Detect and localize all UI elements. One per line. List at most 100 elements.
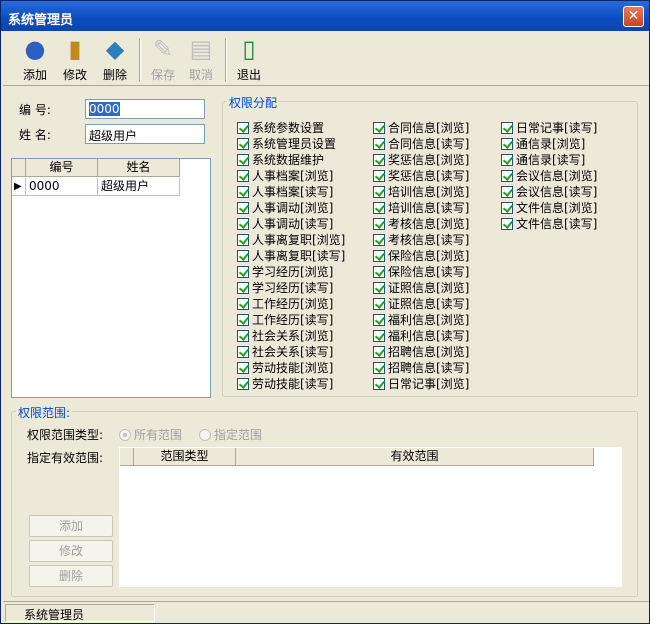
table-cell-name[interactable]: 超级用户 bbox=[98, 178, 180, 196]
checkbox-checked-icon bbox=[237, 250, 249, 262]
permission-checkbox[interactable]: 通信录[浏览] bbox=[501, 135, 585, 151]
checkbox-checked-icon bbox=[501, 202, 513, 214]
permission-checkbox[interactable]: 考核信息[读写] bbox=[373, 231, 469, 247]
status-text: 系统管理员 bbox=[5, 604, 155, 622]
permission-checkbox[interactable]: 考核信息[浏览] bbox=[373, 215, 469, 231]
checkbox-checked-icon bbox=[237, 378, 249, 390]
permission-label: 社会关系[读写] bbox=[252, 345, 334, 359]
checkbox-checked-icon bbox=[373, 186, 385, 198]
add-button[interactable]: ● 添加 bbox=[15, 34, 55, 84]
permission-checkbox[interactable]: 系统参数设置 bbox=[237, 119, 324, 135]
permission-checkbox[interactable]: 工作经历[浏览] bbox=[237, 295, 333, 311]
permission-label: 学习经历[读写] bbox=[252, 281, 334, 295]
permission-checkbox[interactable]: 证照信息[读写] bbox=[373, 295, 469, 311]
close-button[interactable]: ✕ bbox=[623, 6, 644, 27]
checkbox-checked-icon bbox=[237, 138, 249, 150]
edit-button[interactable]: ▮ 修改 bbox=[55, 34, 95, 84]
scope-add-button[interactable]: 添加 bbox=[29, 515, 113, 537]
exit-button[interactable]: ▯ 退出 bbox=[229, 34, 269, 84]
permission-checkbox[interactable]: 招聘信息[浏览] bbox=[373, 343, 469, 359]
permission-checkbox[interactable]: 系统数据维护 bbox=[237, 151, 324, 167]
permission-checkbox[interactable]: 人事档案[浏览] bbox=[237, 167, 333, 183]
permission-checkbox[interactable]: 工作经历[读写] bbox=[237, 311, 333, 327]
title-bar: 系统管理员 ✕ bbox=[1, 1, 649, 31]
row-header-corner bbox=[12, 159, 26, 177]
checkbox-checked-icon bbox=[501, 138, 513, 150]
permission-checkbox[interactable]: 人事档案[读写] bbox=[237, 183, 333, 199]
permission-checkbox[interactable]: 通信录[读写] bbox=[501, 151, 585, 167]
column-header-scope-type[interactable]: 范围类型 bbox=[134, 448, 236, 466]
permission-label: 日常记事[浏览] bbox=[388, 377, 470, 391]
permission-label: 工作经历[读写] bbox=[252, 313, 334, 327]
permission-label: 福利信息[读写] bbox=[388, 329, 470, 343]
permission-checkbox[interactable]: 会议信息[浏览] bbox=[501, 167, 597, 183]
permission-checkbox[interactable]: 奖惩信息[读写] bbox=[373, 167, 469, 183]
table-cell-id[interactable]: 0000 bbox=[26, 178, 98, 196]
permission-label: 招聘信息[浏览] bbox=[388, 345, 470, 359]
permission-label: 劳动技能[读写] bbox=[252, 377, 334, 391]
permission-checkbox[interactable]: 人事调动[浏览] bbox=[237, 199, 333, 215]
permission-checkbox[interactable]: 文件信息[浏览] bbox=[501, 199, 597, 215]
permission-checkbox[interactable]: 人事调动[读写] bbox=[237, 215, 333, 231]
permission-checkbox[interactable]: 合同信息[浏览] bbox=[373, 119, 469, 135]
permission-checkbox[interactable]: 学习经历[读写] bbox=[237, 279, 333, 295]
user-table[interactable]: 编号 姓名 ▶ 0000 超级用户 bbox=[11, 158, 211, 398]
checkbox-checked-icon bbox=[237, 234, 249, 246]
permission-checkbox[interactable]: 劳动技能[浏览] bbox=[237, 359, 333, 375]
checkbox-checked-icon bbox=[373, 122, 385, 134]
id-field[interactable]: 0000 bbox=[85, 99, 205, 119]
permission-checkbox[interactable]: 劳动技能[读写] bbox=[237, 375, 333, 391]
permission-label: 系统数据维护 bbox=[252, 153, 325, 167]
scope-delete-button[interactable]: 删除 bbox=[29, 565, 113, 587]
checkbox-checked-icon bbox=[237, 202, 249, 214]
permission-checkbox[interactable]: 会议信息[读写] bbox=[501, 183, 597, 199]
permission-checkbox[interactable]: 学习经历[浏览] bbox=[237, 263, 333, 279]
column-header-name[interactable]: 姓名 bbox=[98, 159, 180, 177]
permission-checkbox[interactable]: 保险信息[读写] bbox=[373, 263, 469, 279]
permission-checkbox[interactable]: 系统管理员设置 bbox=[237, 135, 336, 151]
save-button[interactable]: ✎ 保存 bbox=[143, 34, 183, 84]
permission-checkbox[interactable]: 福利信息[读写] bbox=[373, 327, 469, 343]
permission-label: 劳动技能[浏览] bbox=[252, 361, 334, 375]
checkbox-checked-icon bbox=[373, 378, 385, 390]
scope-edit-button[interactable]: 修改 bbox=[29, 540, 113, 562]
permission-checkbox[interactable]: 社会关系[浏览] bbox=[237, 327, 333, 343]
radio-specific-scope[interactable]: 指定范围 bbox=[199, 426, 262, 443]
permission-checkbox[interactable]: 奖惩信息[浏览] bbox=[373, 151, 469, 167]
main-window: 系统管理员 ✕ ● 添加 ▮ 修改 ◆ 删除 ✎ 保存 ▤ 取消 ▯ 退出 编 bbox=[0, 0, 650, 624]
id-value: 0000 bbox=[89, 102, 120, 116]
delete-button[interactable]: ◆ 删除 bbox=[95, 34, 135, 84]
column-header-valid-scope[interactable]: 有效范围 bbox=[236, 448, 594, 466]
permission-checkbox[interactable]: 人事离复职[浏览] bbox=[237, 231, 345, 247]
checkbox-checked-icon bbox=[373, 314, 385, 326]
checkbox-checked-icon bbox=[373, 250, 385, 262]
scope-title: 权限范围: bbox=[16, 404, 73, 421]
column-header-id[interactable]: 编号 bbox=[26, 159, 98, 177]
permission-label: 奖惩信息[读写] bbox=[388, 169, 470, 183]
permission-label: 工作经历[浏览] bbox=[252, 297, 334, 311]
checkbox-checked-icon bbox=[373, 362, 385, 374]
checkbox-checked-icon bbox=[237, 218, 249, 230]
scope-table[interactable]: 范围类型 有效范围 bbox=[119, 447, 622, 587]
permission-checkbox[interactable]: 保险信息[浏览] bbox=[373, 247, 469, 263]
permission-checkbox[interactable]: 日常记事[读写] bbox=[501, 119, 597, 135]
permission-label: 社会关系[浏览] bbox=[252, 329, 334, 343]
permission-checkbox[interactable]: 招聘信息[读写] bbox=[373, 359, 469, 375]
checkbox-checked-icon bbox=[501, 218, 513, 230]
name-field[interactable]: 超级用户 bbox=[85, 124, 205, 144]
permission-checkbox[interactable]: 培训信息[读写] bbox=[373, 199, 469, 215]
permission-checkbox[interactable]: 证照信息[浏览] bbox=[373, 279, 469, 295]
permission-checkbox[interactable]: 福利信息[浏览] bbox=[373, 311, 469, 327]
cancel-button[interactable]: ▤ 取消 bbox=[181, 34, 221, 84]
permission-label: 证照信息[读写] bbox=[388, 297, 470, 311]
permission-checkbox[interactable]: 文件信息[读写] bbox=[501, 215, 597, 231]
permission-checkbox[interactable]: 培训信息[浏览] bbox=[373, 183, 469, 199]
checkbox-checked-icon bbox=[237, 170, 249, 182]
permission-label: 人事调动[浏览] bbox=[252, 201, 334, 215]
checkbox-checked-icon bbox=[373, 202, 385, 214]
permission-checkbox[interactable]: 社会关系[读写] bbox=[237, 343, 333, 359]
permission-checkbox[interactable]: 合同信息[读写] bbox=[373, 135, 469, 151]
permission-checkbox[interactable]: 人事离复职[读写] bbox=[237, 247, 345, 263]
permission-checkbox[interactable]: 日常记事[浏览] bbox=[373, 375, 469, 391]
radio-all-scope[interactable]: 所有范围 bbox=[119, 426, 182, 443]
